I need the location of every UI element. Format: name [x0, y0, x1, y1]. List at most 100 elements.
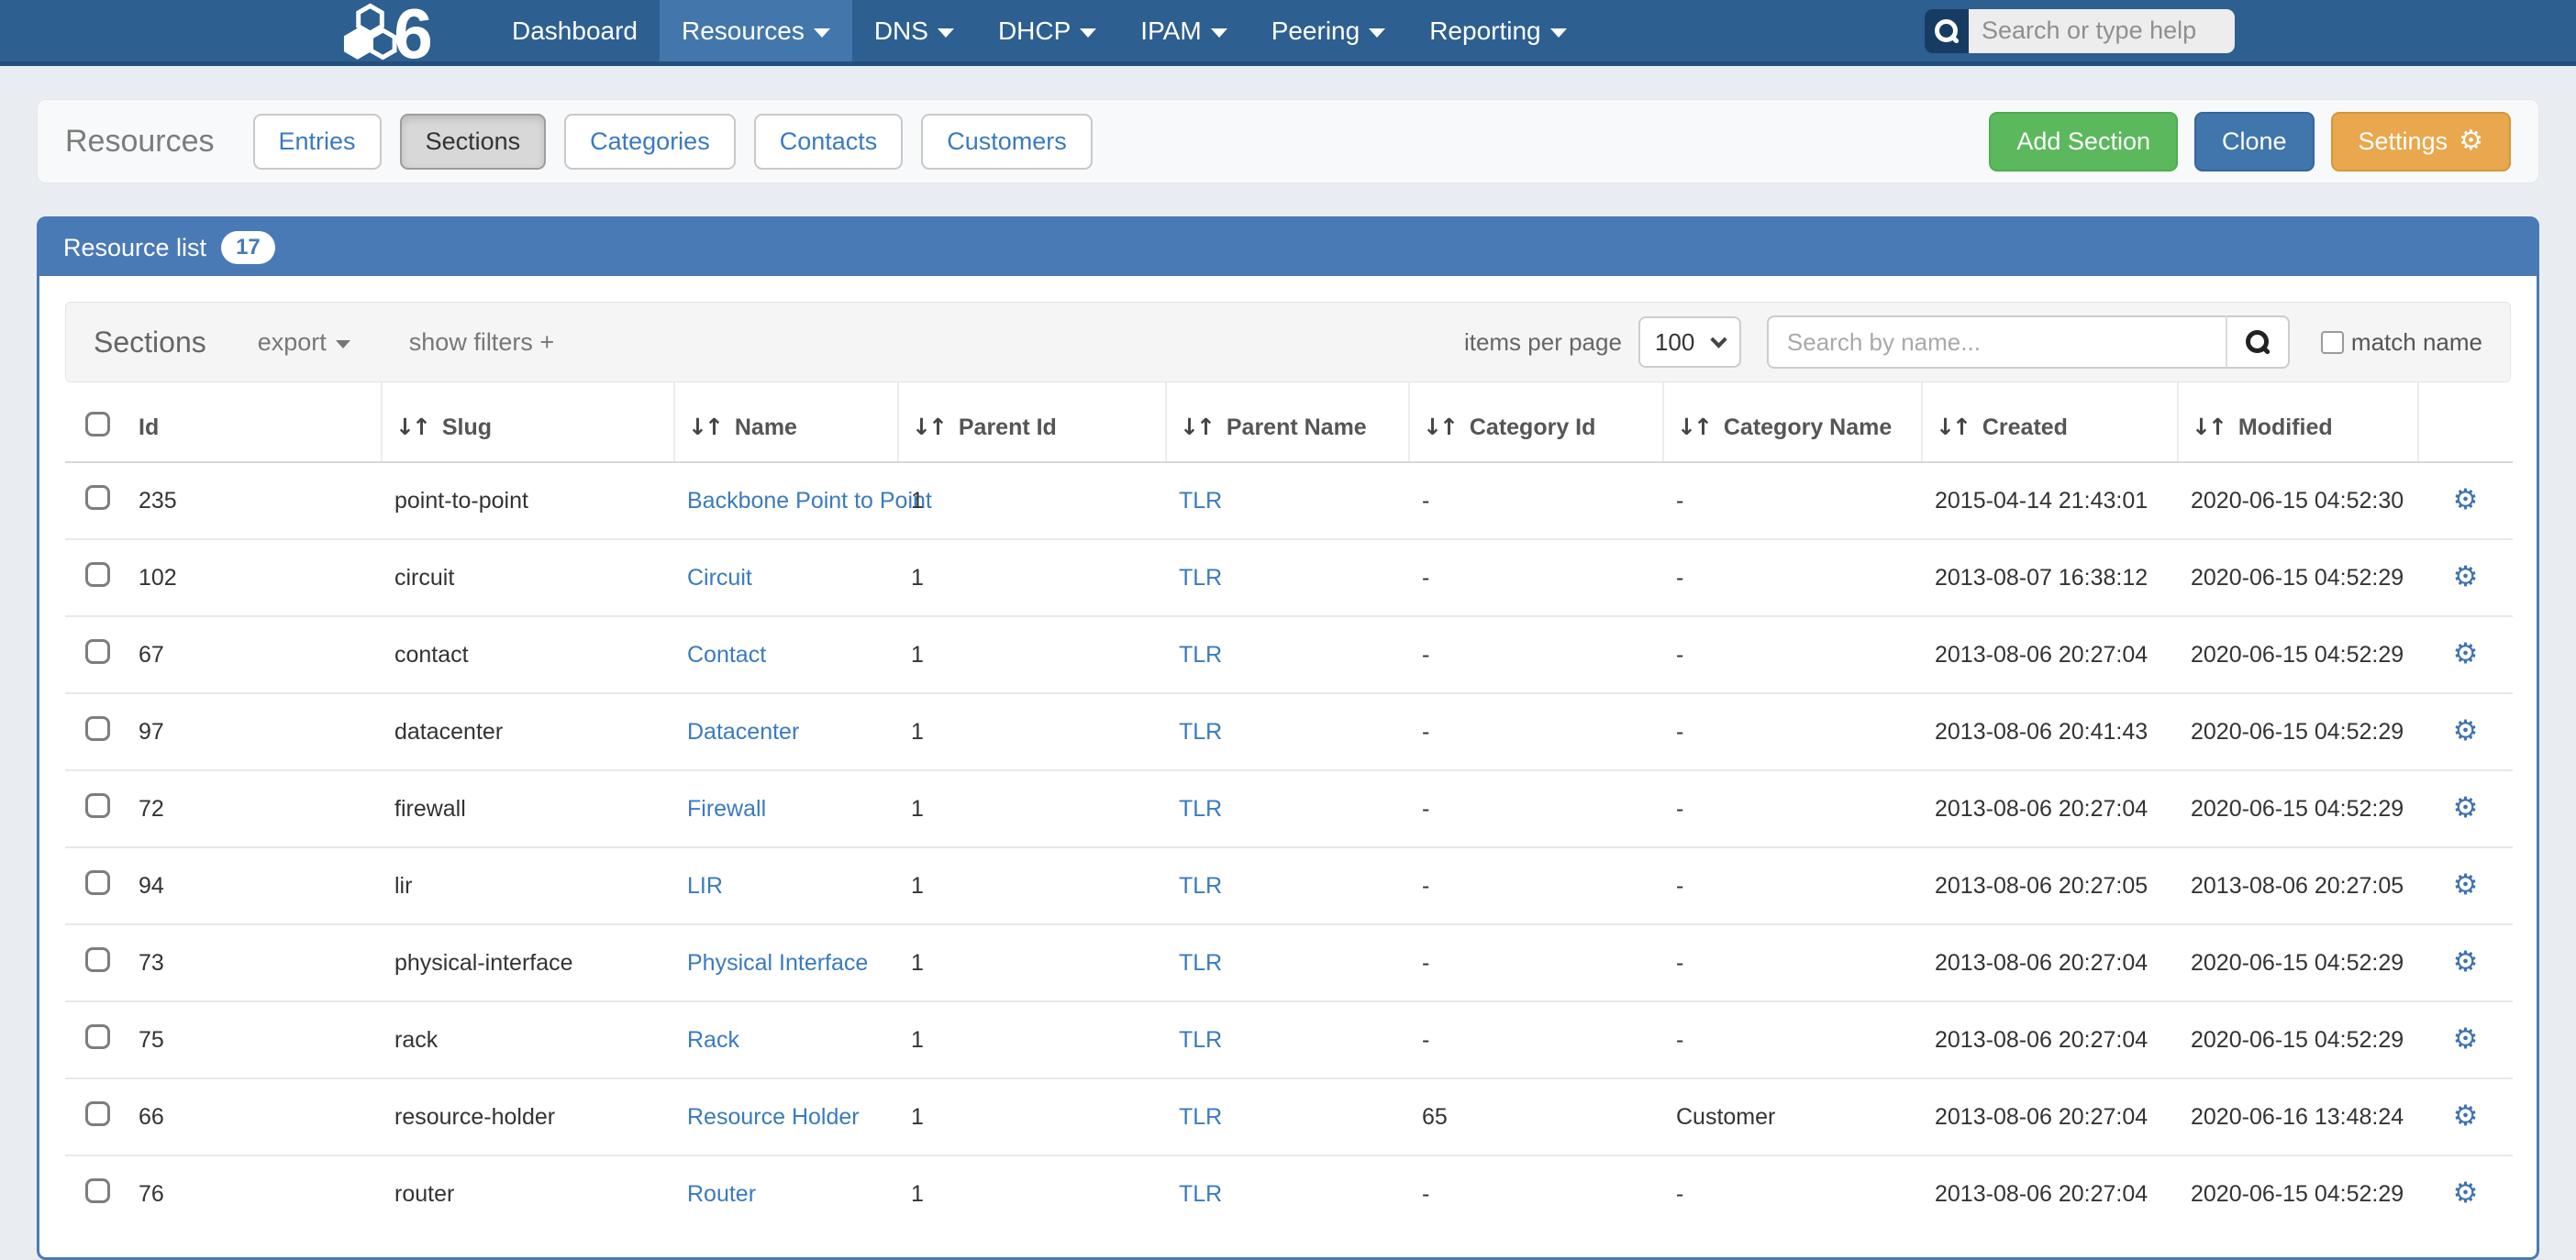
panel-title: Resource list	[63, 234, 206, 262]
tab-customers[interactable]: Customers	[921, 114, 1093, 170]
items-per-page-select[interactable]: 100	[1638, 316, 1741, 368]
row-gear-icon[interactable]: ⚙	[2453, 1177, 2479, 1210]
cell-name-link[interactable]: Router	[687, 1181, 756, 1207]
cell-category-name: -	[1663, 1001, 1922, 1078]
cell-parent-name-link[interactable]: TLR	[1179, 719, 1222, 745]
cell-modified: 2020-06-15 04:52:29	[2178, 924, 2418, 1001]
cell-created: 2013-08-06 20:41:43	[1922, 693, 2178, 770]
tab-entries[interactable]: Entries	[253, 114, 382, 170]
cell-parent-name-link[interactable]: TLR	[1179, 1027, 1222, 1053]
cell-category-id: -	[1409, 1155, 1663, 1232]
row-checkbox[interactable]	[85, 1024, 110, 1049]
tab-categories[interactable]: Categories	[564, 114, 736, 170]
cell-parent-name-link[interactable]: TLR	[1179, 1104, 1222, 1130]
table-row: 67 contact Contact 1 TLR - - 2013-08-06 …	[65, 616, 2513, 693]
table-body: 235 point-to-point Backbone Point to Poi…	[65, 462, 2513, 1232]
row-checkbox[interactable]	[85, 1178, 110, 1203]
table-search-button[interactable]	[2226, 315, 2290, 369]
row-checkbox[interactable]	[85, 793, 110, 818]
cell-parent-name-link[interactable]: TLR	[1179, 642, 1222, 668]
global-search-button[interactable]	[1925, 9, 1969, 53]
cell-parent-name-link[interactable]: TLR	[1179, 488, 1222, 514]
chevron-down-icon	[1710, 331, 1727, 348]
cell-parent-id: 1	[898, 462, 1166, 539]
cell-name-link[interactable]: Datacenter	[687, 719, 799, 745]
add-section-button[interactable]: Add Section	[1989, 112, 2178, 171]
nav-item-resources[interactable]: Resources	[660, 0, 852, 61]
cell-name-link[interactable]: Contact	[687, 642, 766, 668]
cell-category-name: -	[1663, 1155, 1922, 1232]
cell-name-link[interactable]: Backbone Point to Point	[687, 488, 932, 514]
nav-item-dns[interactable]: DNS	[852, 0, 976, 61]
column-header-category-id[interactable]: ↓↑ Category Id	[1409, 382, 1663, 462]
match-name-checkbox[interactable]	[2321, 331, 2344, 354]
cell-parent-id: 1	[898, 1078, 1166, 1155]
cell-parent-name-link[interactable]: TLR	[1179, 873, 1222, 899]
column-header-slug[interactable]: ↓↑ Slug	[382, 382, 674, 462]
nav-item-reporting[interactable]: Reporting	[1407, 0, 1588, 61]
cell-slug: rack	[382, 1001, 674, 1078]
table-search-input[interactable]	[1767, 315, 2226, 369]
cell-name-link[interactable]: Physical Interface	[687, 950, 868, 976]
column-header-parent-name[interactable]: ↓↑ Parent Name	[1166, 382, 1409, 462]
clone-button[interactable]: Clone	[2194, 112, 2315, 171]
table-row: 76 router Router 1 TLR - - 2013-08-06 20…	[65, 1155, 2513, 1232]
column-header-category-name[interactable]: ↓↑ Category Name	[1663, 382, 1922, 462]
row-checkbox[interactable]	[85, 870, 110, 895]
cell-parent-name-link[interactable]: TLR	[1179, 950, 1222, 976]
cell-name-link[interactable]: Firewall	[687, 796, 766, 822]
column-header-created[interactable]: ↓↑ Created	[1922, 382, 2178, 462]
row-checkbox[interactable]	[85, 639, 110, 664]
table-header-row: Id ↓↑ Slug ↓↑ Name ↓↑ Parent Id	[65, 382, 2513, 462]
cell-name-link[interactable]: LIR	[687, 873, 723, 899]
show-filters-link[interactable]: show filters +	[409, 328, 554, 357]
row-gear-icon[interactable]: ⚙	[2453, 560, 2479, 593]
row-gear-icon[interactable]: ⚙	[2453, 945, 2479, 978]
cell-modified: 2020-06-15 04:52:30	[2178, 462, 2418, 539]
sort-icon: ↓↑	[688, 414, 721, 440]
select-all-checkbox[interactable]	[85, 412, 110, 437]
cell-id: 76	[126, 1155, 382, 1232]
cell-name-link[interactable]: Circuit	[687, 565, 752, 591]
global-search-input[interactable]	[1969, 9, 2235, 53]
cell-name-link[interactable]: Resource Holder	[687, 1104, 860, 1130]
column-header-name[interactable]: ↓↑ Name	[674, 382, 898, 462]
cell-parent-name-link[interactable]: TLR	[1179, 796, 1222, 822]
export-dropdown[interactable]: export	[258, 328, 350, 357]
nav-item-dashboard[interactable]: Dashboard	[490, 0, 660, 61]
row-checkbox[interactable]	[85, 716, 110, 741]
top-navbar: 6 Dashboard Resources DNS DHCP IPAM Peer…	[0, 0, 2576, 66]
column-header-modified[interactable]: ↓↑ Modified	[2178, 382, 2418, 462]
tab-contacts[interactable]: Contacts	[754, 114, 904, 170]
table-row: 102 circuit Circuit 1 TLR - - 2013-08-07…	[65, 539, 2513, 616]
column-header-parent-id[interactable]: ↓↑ Parent Id	[898, 382, 1166, 462]
count-badge: 17	[221, 231, 275, 264]
cell-category-id: -	[1409, 847, 1663, 924]
search-icon	[2246, 330, 2270, 354]
gear-icon: ⚙	[2459, 127, 2483, 155]
row-checkbox[interactable]	[85, 562, 110, 587]
brand-logo[interactable]: 6	[341, 0, 459, 61]
caret-down-icon	[938, 28, 954, 38]
nav-item-ipam[interactable]: IPAM	[1118, 0, 1249, 61]
row-gear-icon[interactable]: ⚙	[2453, 868, 2479, 901]
sort-icon: ↓↑	[912, 414, 945, 440]
nav-item-peering[interactable]: Peering	[1249, 0, 1408, 61]
row-checkbox[interactable]	[85, 1101, 110, 1126]
row-gear-icon[interactable]: ⚙	[2453, 637, 2479, 670]
cell-id: 235	[126, 462, 382, 539]
row-gear-icon[interactable]: ⚙	[2453, 714, 2479, 747]
cell-parent-name-link[interactable]: TLR	[1179, 565, 1222, 591]
row-checkbox[interactable]	[85, 485, 110, 510]
settings-button[interactable]: Settings ⚙	[2331, 112, 2511, 171]
cell-name-link[interactable]: Rack	[687, 1027, 739, 1053]
nav-item-dhcp[interactable]: DHCP	[976, 0, 1118, 61]
cell-parent-name-link[interactable]: TLR	[1179, 1181, 1222, 1207]
cell-slug: contact	[382, 616, 674, 693]
tab-sections[interactable]: Sections	[400, 114, 547, 170]
panel-header: Resource list 17	[39, 219, 2537, 276]
row-gear-icon[interactable]: ⚙	[2453, 483, 2479, 516]
row-checkbox[interactable]	[85, 947, 110, 972]
row-gear-icon[interactable]: ⚙	[2453, 1022, 2479, 1056]
row-gear-icon[interactable]: ⚙	[2453, 791, 2479, 824]
